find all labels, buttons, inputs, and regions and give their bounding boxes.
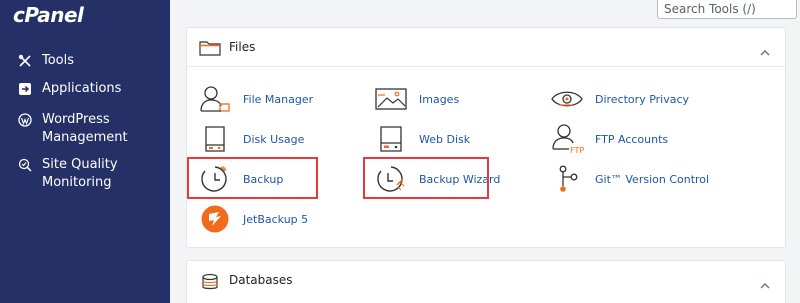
file-manager-icon [197, 83, 233, 115]
item-label: Images [419, 92, 460, 106]
chevron-up-icon[interactable] [759, 43, 771, 56]
jetbackup-item[interactable]: JetBackup 5 [197, 203, 308, 235]
main-content: Files File Manager Images Directory Priv… [170, 0, 800, 303]
folder-icon [199, 40, 221, 56]
site-quality-icon [18, 156, 32, 174]
search-input[interactable] [657, 0, 797, 19]
item-label: JetBackup 5 [243, 212, 309, 226]
backup-wizard-item[interactable]: Backup Wizard [373, 163, 500, 195]
files-panel-header[interactable]: Files [187, 28, 785, 67]
item-label: FTP Accounts [595, 132, 669, 146]
web-disk-icon [373, 123, 409, 155]
file-manager-item[interactable]: File Manager [197, 83, 313, 115]
applications-icon [18, 80, 32, 98]
wordpress-icon [18, 111, 32, 129]
panel-title: Files [229, 40, 256, 54]
sidebar-item-label: Tools [42, 53, 75, 68]
sidebar-item-label: Site Quality Monitoring [42, 157, 118, 190]
disk-usage-icon [197, 123, 233, 155]
sidebar-item-label: WordPress Management [42, 112, 128, 145]
sidebar-item-tools[interactable]: Tools [18, 52, 152, 70]
tools-icon [18, 52, 32, 70]
item-label: Backup Wizard [419, 172, 501, 186]
database-icon [199, 273, 221, 290]
images-item[interactable]: Images [373, 83, 459, 115]
panel-title: Databases [229, 273, 293, 287]
sidebar: cPanel Tools Applications WordPress Mana… [0, 0, 170, 303]
jetbackup-icon [197, 203, 233, 235]
svg-text:FTP: FTP [570, 146, 584, 155]
backup-icon [197, 163, 233, 195]
item-label: Disk Usage [243, 132, 305, 146]
directory-privacy-item[interactable]: Directory Privacy [549, 83, 689, 115]
ftp-accounts-item[interactable]: FTP FTP Accounts [549, 123, 668, 155]
item-label: Directory Privacy [595, 92, 690, 106]
cpanel-logo[interactable]: cPanel [13, 3, 84, 27]
chevron-up-icon[interactable] [759, 276, 771, 289]
sidebar-item-wordpress[interactable]: WordPress Management [18, 111, 152, 147]
databases-panel: Databases [186, 260, 786, 303]
databases-panel-header[interactable]: Databases [187, 261, 785, 300]
sidebar-item-applications[interactable]: Applications [18, 80, 152, 98]
disk-usage-item[interactable]: Disk Usage [197, 123, 304, 155]
ftp-accounts-icon: FTP [549, 123, 585, 155]
directory-privacy-icon [549, 83, 585, 115]
backup-wizard-icon [373, 163, 409, 195]
git-icon [549, 163, 585, 195]
web-disk-item[interactable]: Web Disk [373, 123, 470, 155]
item-label: Backup [243, 172, 284, 186]
sidebar-item-site-quality[interactable]: Site Quality Monitoring [18, 156, 152, 192]
git-version-control-item[interactable]: Git™ Version Control [549, 163, 709, 195]
item-label: Git™ Version Control [595, 172, 710, 186]
files-panel: Files File Manager Images Directory Priv… [186, 27, 786, 248]
images-icon [373, 83, 409, 115]
item-label: Web Disk [419, 132, 471, 146]
backup-item[interactable]: Backup [197, 163, 283, 195]
sidebar-item-label: Applications [42, 81, 122, 96]
item-label: File Manager [243, 92, 314, 106]
